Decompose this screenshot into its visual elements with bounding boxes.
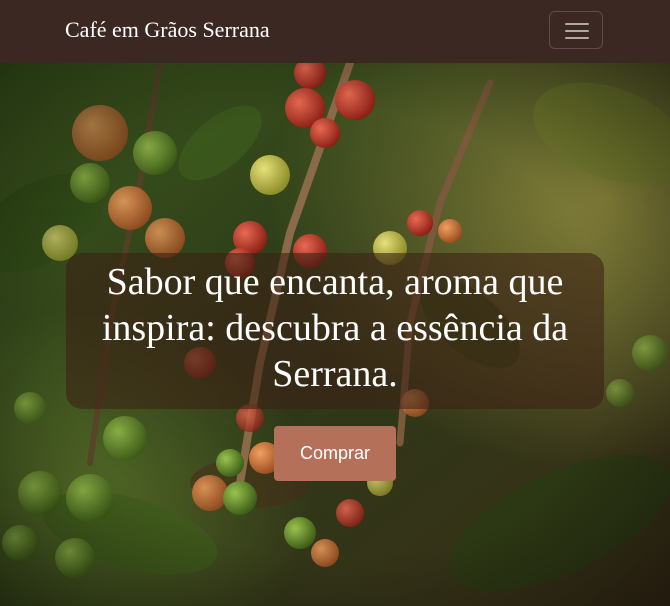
navbar-toggler-button[interactable] (549, 11, 603, 49)
hamburger-menu-icon-bottom (565, 37, 589, 39)
buy-button[interactable]: Comprar (274, 426, 396, 481)
hero-section: Sabor que encanta, aroma que inspira: de… (0, 63, 670, 606)
top-navbar: Café em Grãos Serrana (0, 0, 670, 63)
brand-link[interactable]: Café em Grãos Serrana (65, 17, 270, 43)
hero-headline: Sabor que encanta, aroma que inspira: de… (101, 261, 569, 395)
hamburger-menu-icon (565, 23, 589, 25)
headline-overlay: Sabor que encanta, aroma que inspira: de… (66, 253, 604, 409)
hamburger-menu-icon-middle (565, 30, 589, 32)
